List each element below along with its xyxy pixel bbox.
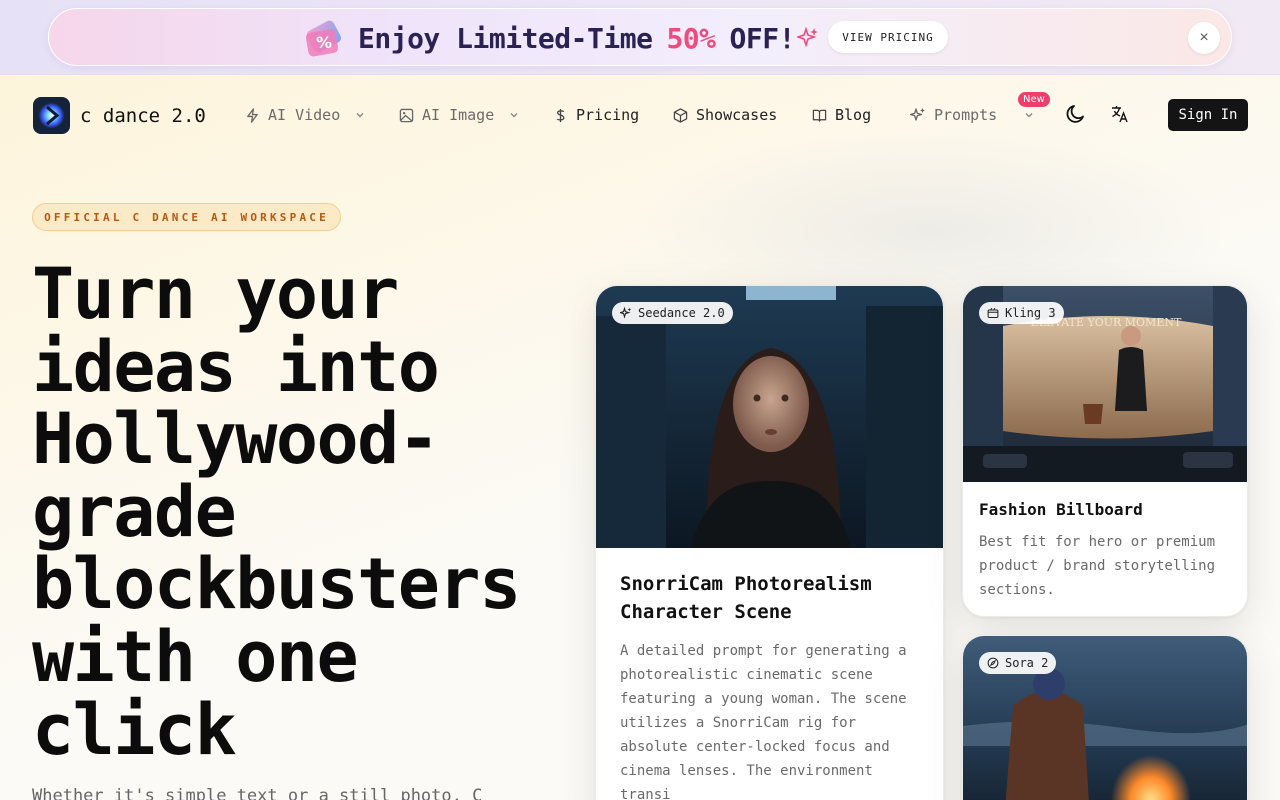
model-tag: Seedance 2.0 <box>612 302 733 324</box>
sparkle-icon <box>797 27 818 48</box>
model-tag: Kling 3 <box>979 302 1064 324</box>
promo-text-end: OFF! <box>729 21 796 55</box>
promo-text: Enjoy Limited-Time 50% OFF! <box>358 21 795 55</box>
prompt-card-fashion[interactable]: ELEVATE YOUR MOMENT Kling 3 Fashion Bill… <box>962 285 1248 617</box>
new-badge: New <box>1018 92 1050 107</box>
close-icon: × <box>1199 29 1209 46</box>
brand-name[interactable]: c dance 2.0 <box>80 105 206 127</box>
nav-ai-video-label: AI Video <box>268 106 341 124</box>
hero-subtitle: Whether it's simple text or a still phot… <box>32 786 483 800</box>
svg-text:%: % <box>316 33 332 52</box>
logo-icon <box>38 102 65 129</box>
lightning-icon <box>247 107 258 123</box>
promo-text-main: Enjoy Limited-Time <box>358 21 653 55</box>
sparkles-icon <box>620 307 632 319</box>
woman-portrait-image <box>596 286 943 548</box>
model-tag-label: Sora 2 <box>1005 656 1049 670</box>
promo-bar: % Enjoy Limited-Time 50% OFF! VIEW PRICI… <box>0 0 1280 75</box>
chevron-down-icon <box>510 113 518 118</box>
model-tag: Sora 2 <box>979 652 1057 674</box>
promo-banner: % Enjoy Limited-Time 50% OFF! VIEW PRICI… <box>48 8 1232 66</box>
film-icon <box>987 307 999 319</box>
logo[interactable] <box>33 97 70 134</box>
prompt-card-sora[interactable]: Sora 2 <box>962 635 1248 800</box>
image-icon <box>399 108 414 122</box>
hero-pill: OFFICIAL C DANCE AI WORKSPACE <box>32 203 341 231</box>
view-pricing-button[interactable]: VIEW PRICING <box>828 21 948 53</box>
hero-title: Turn your ideas into Hollywood-grade blo… <box>32 253 521 771</box>
discount-tag-icon: % <box>305 20 341 57</box>
model-tag-label: Seedance 2.0 <box>638 306 725 320</box>
card-image <box>596 286 943 548</box>
nav-ai-image-label: AI Image <box>422 106 495 124</box>
card-description: A detailed prompt for generating a photo… <box>620 643 907 800</box>
nav-ai-video[interactable]: AI Video <box>245 105 366 125</box>
nav-ai-image[interactable]: AI Image <box>399 105 520 125</box>
promo-highlight: 50% <box>666 21 716 55</box>
chevron-down-icon <box>356 113 364 118</box>
dollar-icon <box>556 108 565 122</box>
compass-icon <box>987 657 999 669</box>
close-promo-button[interactable]: × <box>1188 22 1220 54</box>
prompt-card-snorricam[interactable]: Seedance 2.0 SnorriCam Photorealism Char… <box>595 285 944 800</box>
model-tag-label: Kling 3 <box>1005 306 1056 320</box>
card-title: SnorriCam Photorealism Character Scene <box>620 573 872 623</box>
card-description: Best fit for hero or premium product / b… <box>979 534 1216 598</box>
card-title: Fashion Billboard <box>979 500 1143 519</box>
